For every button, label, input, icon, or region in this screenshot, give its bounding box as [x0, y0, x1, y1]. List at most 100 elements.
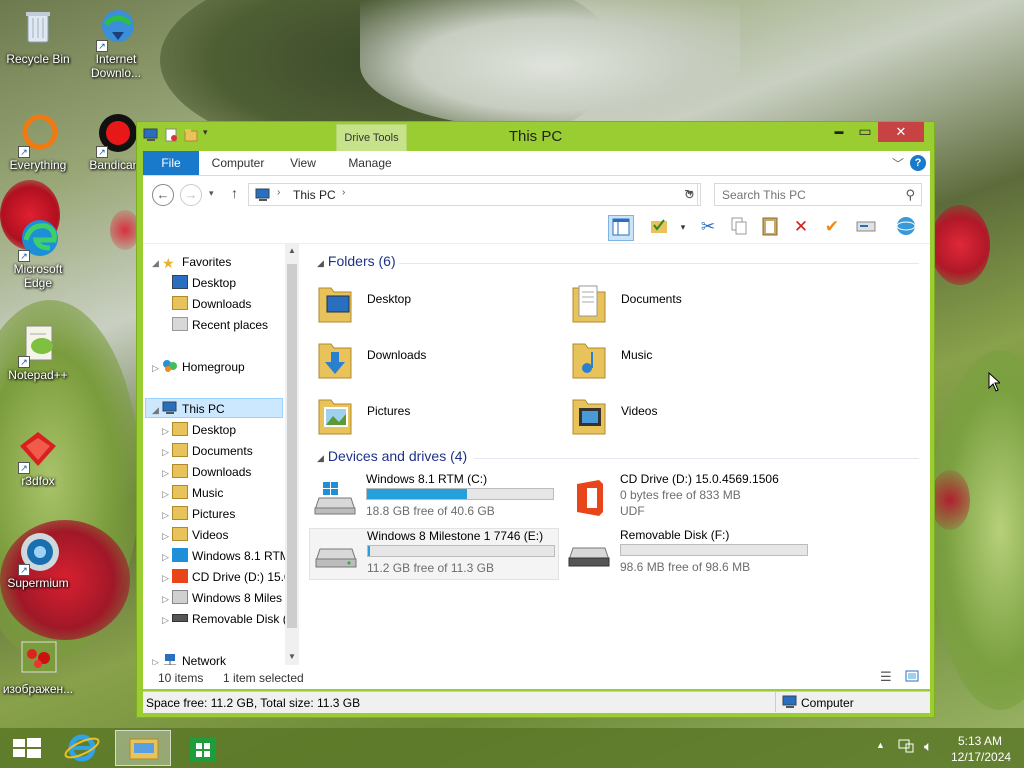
network-globe-icon[interactable]	[893, 215, 919, 241]
up-arrow-icon[interactable]: ↑	[231, 185, 238, 201]
desktop-icon-internet-download-manager[interactable]: ↗ Internet Downlo...	[78, 6, 154, 80]
close-button[interactable]: ✕	[878, 122, 924, 142]
collapse-arrow-icon[interactable]: ◢	[152, 253, 162, 273]
expand-arrow-icon[interactable]: ▷	[162, 421, 172, 441]
expand-arrow-icon[interactable]: ▷	[162, 442, 172, 462]
search-input[interactable]	[715, 184, 895, 205]
nav-pc-desktop[interactable]: ▷ Desktop	[162, 420, 236, 440]
nav-homegroup[interactable]: ▷ Homegroup	[152, 357, 245, 377]
folder-pictures[interactable]: Pictures	[309, 388, 559, 438]
tab-computer[interactable]: Computer	[203, 151, 273, 175]
scrollbar-thumb[interactable]	[287, 264, 297, 628]
breadcrumb-this-pc[interactable]: This PC	[293, 188, 336, 202]
desktop-icon-r3dfox[interactable]: ↗ r3dfox	[0, 428, 76, 488]
tab-view[interactable]: View	[283, 151, 323, 175]
drive-f[interactable]: Removable Disk (F:) 98.6 MB free of 98.6…	[563, 528, 813, 580]
nav-favorites[interactable]: ◢ ★ Favorites	[152, 252, 231, 272]
rename-check-icon[interactable]: ✔	[819, 215, 845, 241]
nav-pc-pictures[interactable]: ▷ Pictures	[162, 504, 235, 524]
taskbar-internet-explorer[interactable]	[56, 730, 112, 766]
nav-fav-desktop[interactable]: Desktop	[172, 273, 236, 293]
expand-arrow-icon[interactable]: ▷	[162, 505, 172, 525]
nav-fav-recent-places[interactable]: Recent places	[172, 315, 268, 335]
devices-group-header[interactable]: ◢ Devices and drives (4)	[317, 448, 467, 464]
file-explorer-window[interactable]: ▾ Drive Tools This PC ▬ ▭ ✕ File Compute…	[136, 121, 935, 718]
breadcrumb-separator-icon[interactable]: ›	[277, 187, 280, 198]
map-drive-icon[interactable]	[853, 215, 879, 241]
nav-pc-drive-f[interactable]: ▷ Removable Disk (	[162, 609, 287, 629]
minimize-button[interactable]: ▬	[826, 122, 852, 142]
nav-pc-drive-d[interactable]: ▷ CD Drive (D:) 15.0	[162, 567, 291, 587]
nav-pc-documents[interactable]: ▷ Documents	[162, 441, 253, 461]
folders-group-header[interactable]: ◢ Folders (6)	[317, 253, 396, 269]
expand-arrow-icon[interactable]: ▷	[162, 547, 172, 567]
nav-network[interactable]: ▷ Network	[152, 651, 226, 665]
nav-pc-videos[interactable]: ▷ Videos	[162, 525, 228, 545]
help-icon[interactable]: ?	[910, 155, 926, 171]
expand-arrow-icon[interactable]: ▷	[162, 589, 172, 609]
expand-arrow-icon[interactable]: ▷	[162, 484, 172, 504]
cut-icon[interactable]: ✂	[695, 215, 721, 241]
nav-pc-downloads[interactable]: ▷ Downloads	[162, 462, 251, 482]
folder-documents[interactable]: Documents	[563, 276, 813, 326]
expand-arrow-icon[interactable]: ▷	[152, 358, 162, 378]
dropdown-arrow-icon[interactable]: ▾	[670, 215, 696, 241]
desktop-icon-supermium[interactable]: ↗ Supermium	[0, 530, 76, 590]
desktop-icon-recycle-bin[interactable]: Recycle Bin	[0, 6, 76, 66]
nav-pc-drive-c[interactable]: ▷ Windows 8.1 RTM	[162, 546, 290, 566]
address-bar[interactable]: › This PC › ▾	[248, 183, 698, 206]
preview-pane-icon[interactable]	[608, 215, 634, 241]
collapse-arrow-icon[interactable]: ◢	[152, 400, 162, 420]
clock-date[interactable]: 12/17/2024	[951, 750, 1011, 764]
back-button[interactable]: ←	[152, 184, 174, 206]
title-bar[interactable]: ▾ Drive Tools This PC ▬ ▭ ✕	[137, 122, 934, 151]
desktop-icon-everything[interactable]: ↗ Everything	[0, 112, 76, 172]
taskbar-file-explorer[interactable]	[115, 730, 171, 766]
collapse-group-icon[interactable]: ◢	[317, 453, 324, 463]
folder-music[interactable]: Music	[563, 332, 813, 382]
details-view-icon[interactable]: ☰	[880, 669, 892, 685]
drive-d[interactable]: CD Drive (D:) 15.0.4569.1506 0 bytes fre…	[563, 472, 813, 524]
delete-icon[interactable]: ✕	[788, 215, 814, 241]
desktop-icon-microsoft-edge[interactable]: ↗ Microsoft Edge	[0, 216, 76, 290]
nav-this-pc[interactable]: ◢ This PC	[145, 398, 283, 418]
folder-desktop[interactable]: Desktop	[309, 276, 559, 326]
refresh-button[interactable]: ↻	[679, 183, 701, 206]
forward-button[interactable]: →	[180, 184, 202, 206]
collapse-group-icon[interactable]: ◢	[317, 258, 324, 268]
expand-arrow-icon[interactable]: ▷	[162, 526, 172, 546]
search-box[interactable]: ⚲	[714, 183, 922, 206]
copy-icon[interactable]	[726, 215, 752, 241]
nav-scrollbar[interactable]: ▲ ▼	[285, 244, 299, 665]
desktop-icon-image-file[interactable]: изображен...	[0, 636, 76, 696]
nav-pc-music[interactable]: ▷ Music	[162, 483, 223, 503]
scroll-down-icon[interactable]: ▼	[287, 652, 297, 661]
scroll-up-icon[interactable]: ▲	[287, 246, 297, 255]
folder-downloads[interactable]: Downloads	[309, 332, 559, 382]
clock-time[interactable]: 5:13 AM	[958, 734, 1002, 748]
folder-videos[interactable]: Videos	[563, 388, 813, 438]
nav-fav-downloads[interactable]: Downloads	[172, 294, 251, 314]
network-tray-icon[interactable]	[898, 739, 914, 756]
nav-pc-drive-e[interactable]: ▷ Windows 8 Miles	[162, 588, 282, 608]
paste-icon[interactable]	[757, 215, 783, 241]
desktop-icon-notepad-plus-plus[interactable]: ↗ Notepad++	[0, 322, 76, 382]
breadcrumb-separator-icon[interactable]: ›	[342, 187, 345, 198]
expand-arrow-icon[interactable]: ▷	[162, 568, 172, 588]
expand-ribbon-icon[interactable]: ﹀	[892, 155, 904, 172]
expand-arrow-icon[interactable]: ▷	[162, 463, 172, 483]
tab-manage[interactable]: Manage	[339, 151, 401, 175]
recent-locations-icon[interactable]: ▾	[209, 188, 214, 199]
check-folder-icon[interactable]	[646, 215, 672, 241]
show-hidden-icons[interactable]: ▲	[876, 740, 885, 750]
search-icon[interactable]: ⚲	[905, 187, 915, 203]
start-button[interactable]	[0, 730, 56, 766]
maximize-button[interactable]: ▭	[852, 122, 878, 142]
drive-c[interactable]: Windows 8.1 RTM (C:) 18.8 GB free of 40.…	[309, 472, 559, 524]
volume-icon[interactable]: 🔈︎	[924, 738, 932, 755]
tab-file[interactable]: File	[143, 151, 199, 175]
taskbar-store[interactable]	[176, 730, 232, 766]
drive-e[interactable]: Windows 8 Milestone 1 7746 (E:) 11.2 GB …	[309, 528, 559, 580]
expand-arrow-icon[interactable]: ▷	[162, 610, 172, 630]
expand-arrow-icon[interactable]: ▷	[152, 652, 162, 665]
